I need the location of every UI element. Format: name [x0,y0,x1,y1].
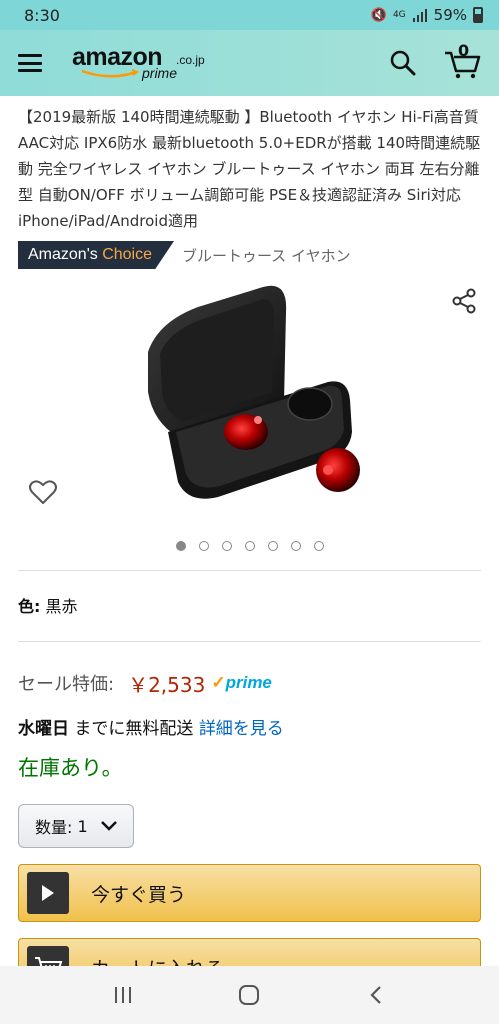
color-selection[interactable]: 色: 黒赤 [0,571,499,641]
carousel-dot[interactable] [267,541,278,551]
home-icon[interactable] [234,980,264,1010]
search-icon[interactable] [389,49,417,77]
prime-badge: ✓prime [211,673,272,692]
signal-icon [412,9,427,22]
carousel-dot[interactable] [175,541,186,551]
color-value: 黒赤 [45,597,78,616]
status-bar: 8:30 🔇 4G 59% [0,0,499,30]
product-title: 【2019最新版 140時間連続駆動 】Bluetooth イヤホン Hi-Fi… [18,108,481,230]
chevron-down-icon [100,821,117,831]
choice-category[interactable]: ブルートゥース イヤホン [182,245,351,266]
android-nav-bar [0,966,499,1024]
amazons-choice-badge[interactable]: Amazon's Choice [18,241,175,269]
buy-now-button[interactable]: 今すぐ買う [18,864,481,922]
price-value: ￥2,533 [128,672,206,697]
carousel-dot[interactable] [313,541,324,551]
carousel-dot[interactable] [221,541,232,551]
carousel-dot[interactable] [198,541,209,551]
app-header: amazon .co.jp prime 0 [0,30,499,96]
amazon-logo[interactable]: amazon .co.jp prime [72,43,205,83]
product-detail: 【2019最新版 140時間連続駆動 】Bluetooth イヤホン Hi-Fi… [0,96,499,996]
battery-percent: 59% [433,6,467,24]
delivery-info: 水曜日 までに無料配送 詳細を見る [0,702,499,746]
price-row: セール特価: ￥2,533 ✓prime [0,642,499,702]
cart-count: 0 [458,41,470,60]
cart-button[interactable]: 0 [443,41,481,79]
delivery-text: までに無料配送 [74,719,194,739]
quantity-label: 数量: [35,818,73,837]
delivery-details-link[interactable]: 詳細を見る [199,719,284,739]
color-label: 色: [18,597,41,616]
price-label: セール特価: [18,674,115,695]
play-icon [27,872,69,914]
delivery-day: 水曜日 [18,719,69,739]
stock-status: 在庫あり。 [18,756,123,780]
wishlist-heart-icon[interactable] [28,478,58,506]
buy-now-label: 今すぐ買う [91,883,187,906]
product-image-carousel[interactable] [0,270,499,570]
back-icon[interactable] [361,980,391,1010]
quantity-select[interactable]: 数量: 1 [18,804,134,848]
status-icons: 🔇 4G 59% [371,6,483,24]
mute-icon: 🔇 [370,7,387,23]
share-icon[interactable] [451,288,477,314]
menu-icon[interactable] [18,54,42,72]
amazon-smile-icon [81,69,140,78]
network-type-icon: 4G [392,10,406,20]
carousel-dots [0,541,499,551]
carousel-dot[interactable] [244,541,255,551]
carousel-dot[interactable] [290,541,301,551]
amazons-choice-row: Amazon's Choice ブルートゥース イヤホン [0,234,499,270]
status-time: 8:30 [24,5,60,25]
recent-apps-icon[interactable] [108,980,138,1010]
product-image[interactable] [128,282,368,522]
quantity-value: 1 [77,816,88,836]
battery-icon [473,7,483,23]
